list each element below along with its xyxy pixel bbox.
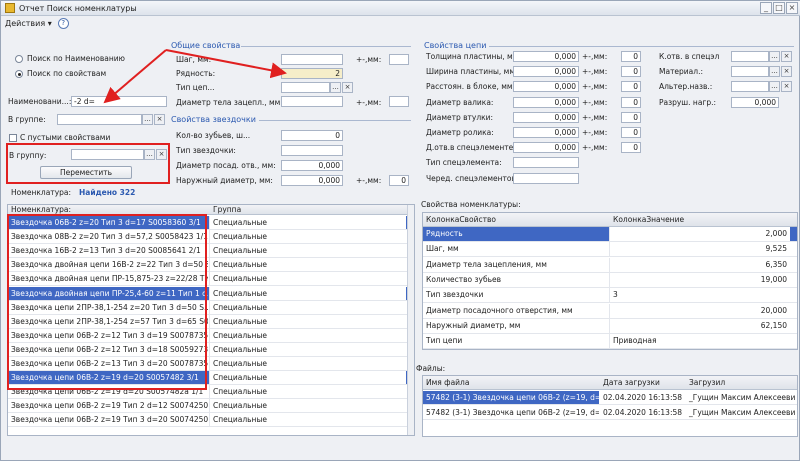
report-window: Отчет Поиск номенклатуры _ □ × Действия …: [0, 0, 800, 461]
arrow-to-row-count: [165, 49, 287, 79]
arrow-to-name-field: [103, 49, 167, 104]
annotation-arrows: [103, 49, 287, 104]
